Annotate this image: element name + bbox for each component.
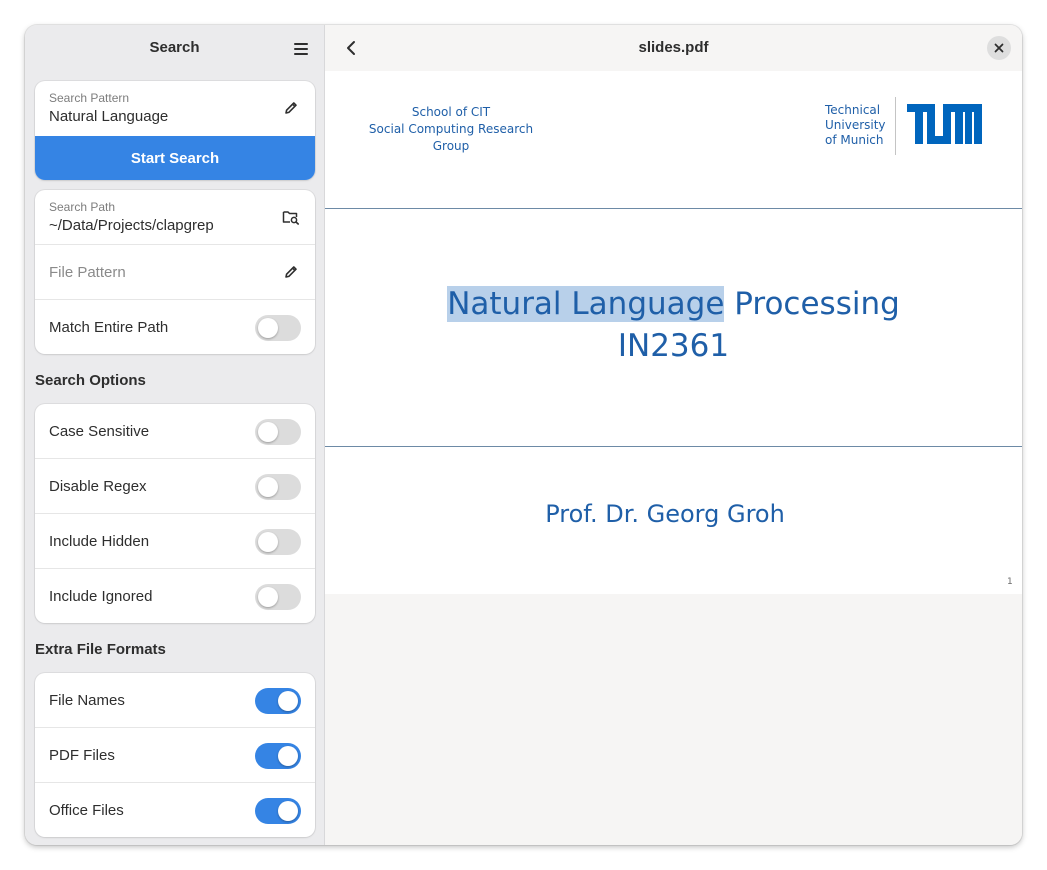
- option-label: Case Sensitive: [49, 423, 150, 440]
- file-pattern-field[interactable]: File Pattern: [35, 245, 315, 300]
- search-options-card: Case Sensitive Disable Regex Include Hid…: [35, 404, 315, 623]
- format-row-office-files: Office Files: [35, 783, 315, 837]
- pdf-page: School of CIT Social Computing Research …: [325, 71, 1022, 594]
- document-viewer: slides.pdf School of CIT Social Computin…: [325, 25, 1022, 845]
- app-window: Search Search Pattern Natural Language S…: [25, 25, 1022, 845]
- include-ignored-toggle[interactable]: [255, 584, 301, 610]
- pdf-files-toggle[interactable]: [255, 743, 301, 769]
- search-pattern-caption: Search Pattern: [49, 91, 130, 105]
- dept-line-2: Social Computing Research Group: [368, 122, 534, 153]
- pencil-icon: [285, 102, 297, 114]
- title-rule: [325, 446, 1022, 447]
- toggle-knob: [258, 422, 278, 442]
- search-path-field[interactable]: Search Path ~/Data/Projects/clapgrep: [35, 190, 315, 245]
- search-pattern-card: Search Pattern Natural Language Start Se…: [35, 81, 315, 180]
- format-row-pdf-files: PDF Files: [35, 728, 315, 783]
- edit-pattern-button[interactable]: [279, 96, 303, 120]
- start-search-button[interactable]: Start Search: [35, 136, 315, 180]
- format-label: File Names: [49, 692, 125, 709]
- disable-regex-toggle[interactable]: [255, 474, 301, 500]
- document-title: slides.pdf: [638, 39, 709, 56]
- search-path-card: Search Path ~/Data/Projects/clapgrep Fil…: [35, 190, 315, 354]
- file-pattern-placeholder[interactable]: File Pattern: [49, 264, 126, 281]
- sidebar-header: Search: [25, 25, 324, 71]
- option-row-include-hidden: Include Hidden: [35, 514, 315, 569]
- slide-title: Natural Language Processing: [325, 284, 1022, 324]
- option-row-include-ignored: Include Ignored: [35, 569, 315, 623]
- slide-title-rest: Processing: [724, 286, 900, 322]
- search-pattern-field[interactable]: Search Pattern Natural Language: [35, 81, 315, 136]
- option-label: Include Ignored: [49, 588, 153, 605]
- extra-formats-card: File Names PDF Files Office Files: [35, 673, 315, 837]
- sidebar-title: Search: [149, 39, 200, 56]
- choose-folder-button[interactable]: [279, 205, 303, 229]
- uni-line-1: Technical: [825, 103, 881, 117]
- search-path-value: ~/Data/Projects/clapgrep: [49, 217, 214, 234]
- toggle-knob: [278, 746, 298, 766]
- course-code: IN2361: [617, 328, 730, 364]
- include-hidden-toggle[interactable]: [255, 529, 301, 555]
- format-row-file-names: File Names: [35, 673, 315, 728]
- toggle-knob: [278, 801, 298, 821]
- folder-search-icon: [282, 211, 299, 225]
- pencil-icon: [285, 266, 297, 278]
- author-name: Prof. Dr. Georg Groh: [545, 500, 785, 528]
- search-sidebar: Search Search Pattern Natural Language S…: [25, 25, 325, 845]
- viewer-header: slides.pdf: [325, 25, 1022, 71]
- page-number: 1: [1007, 577, 1013, 587]
- department-name: School of CIT Social Computing Research …: [358, 104, 544, 155]
- case-sensitive-toggle[interactable]: [255, 419, 301, 445]
- toggle-knob: [258, 587, 278, 607]
- hamburger-menu-button[interactable]: [287, 35, 315, 63]
- option-label: Disable Regex: [49, 478, 147, 495]
- search-options-heading: Search Options: [35, 372, 146, 389]
- match-entire-path-label: Match Entire Path: [49, 319, 169, 336]
- match-entire-path-toggle[interactable]: [255, 315, 301, 341]
- edit-file-pattern-button[interactable]: [279, 260, 303, 284]
- option-label: Include Hidden: [49, 533, 150, 550]
- hamburger-icon: [294, 43, 308, 55]
- search-pattern-value[interactable]: Natural Language: [49, 108, 168, 125]
- option-row-disable-regex: Disable Regex: [35, 459, 315, 514]
- header-rule: [325, 208, 1022, 209]
- toggle-knob: [258, 532, 278, 552]
- extra-formats-heading: Extra File Formats: [35, 641, 166, 658]
- logo-separator: [895, 97, 896, 155]
- university-name: Technical University of Munich: [825, 103, 886, 148]
- close-button[interactable]: [987, 36, 1011, 60]
- toggle-knob: [258, 477, 278, 497]
- toggle-knob: [278, 691, 298, 711]
- uni-line-2: University: [825, 118, 886, 132]
- office-files-toggle[interactable]: [255, 798, 301, 824]
- dept-line-1: School of CIT: [411, 105, 491, 119]
- toggle-knob: [258, 318, 278, 338]
- match-entire-path-row: Match Entire Path: [35, 300, 315, 354]
- uni-line-3: of Munich: [825, 133, 884, 147]
- close-icon: [994, 43, 1004, 53]
- search-match-highlight: Natural Language: [447, 286, 725, 322]
- format-label: PDF Files: [49, 747, 115, 764]
- format-label: Office Files: [49, 802, 124, 819]
- option-row-case-sensitive: Case Sensitive: [35, 404, 315, 459]
- search-path-caption: Search Path: [49, 200, 116, 214]
- file-names-toggle[interactable]: [255, 688, 301, 714]
- tum-logo: [907, 104, 982, 144]
